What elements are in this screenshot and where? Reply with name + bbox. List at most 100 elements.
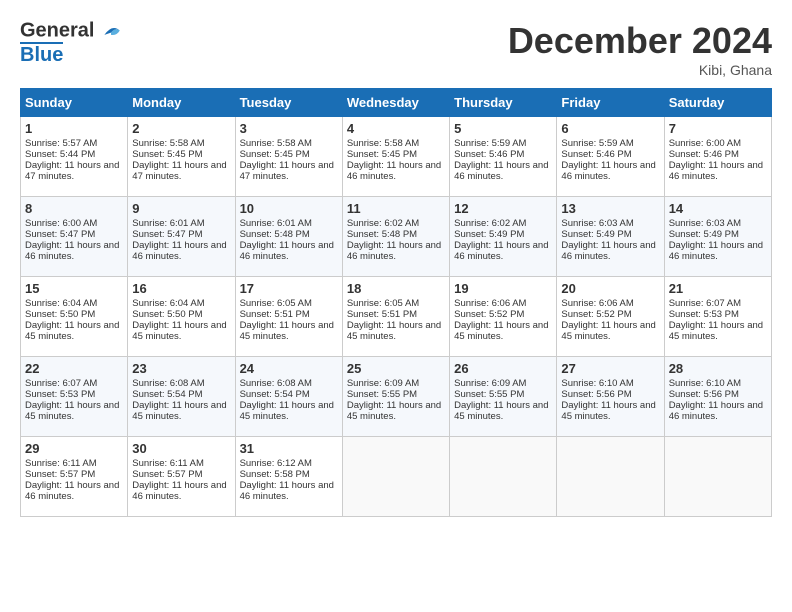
calendar-cell: 31 Sunrise: 6:12 AM Sunset: 5:58 PM Dayl…	[235, 437, 342, 517]
calendar-cell: 7 Sunrise: 6:00 AM Sunset: 5:46 PM Dayli…	[664, 117, 771, 197]
sunset-label: Sunset: 5:46 PM	[669, 149, 739, 160]
sunset-label: Sunset: 5:58 PM	[240, 469, 310, 480]
calendar-cell: 24 Sunrise: 6:08 AM Sunset: 5:54 PM Dayl…	[235, 357, 342, 437]
calendar-cell: 22 Sunrise: 6:07 AM Sunset: 5:53 PM Dayl…	[21, 357, 128, 437]
sunrise-label: Sunrise: 6:09 AM	[454, 378, 526, 389]
sunrise-label: Sunrise: 5:59 AM	[454, 138, 526, 149]
page-header: General Blue December 2024 Kibi, Ghana	[20, 20, 772, 78]
daylight-label: Daylight: 11 hours and 46 minutes.	[132, 240, 226, 262]
day-number: 3	[240, 121, 338, 136]
calendar-cell: 6 Sunrise: 5:59 AM Sunset: 5:46 PM Dayli…	[557, 117, 664, 197]
sunrise-label: Sunrise: 6:06 AM	[561, 298, 633, 309]
calendar-cell: 11 Sunrise: 6:02 AM Sunset: 5:48 PM Dayl…	[342, 197, 449, 277]
sunrise-label: Sunrise: 6:10 AM	[669, 378, 741, 389]
calendar-header-row: SundayMondayTuesdayWednesdayThursdayFrid…	[21, 89, 772, 117]
calendar-cell: 8 Sunrise: 6:00 AM Sunset: 5:47 PM Dayli…	[21, 197, 128, 277]
sunrise-label: Sunrise: 5:57 AM	[25, 138, 97, 149]
calendar-cell	[557, 437, 664, 517]
daylight-label: Daylight: 11 hours and 45 minutes.	[347, 400, 441, 422]
calendar-week-2: 8 Sunrise: 6:00 AM Sunset: 5:47 PM Dayli…	[21, 197, 772, 277]
day-number: 1	[25, 121, 123, 136]
daylight-label: Daylight: 11 hours and 47 minutes.	[25, 160, 119, 182]
calendar-cell: 20 Sunrise: 6:06 AM Sunset: 5:52 PM Dayl…	[557, 277, 664, 357]
day-number: 5	[454, 121, 552, 136]
sunset-label: Sunset: 5:46 PM	[454, 149, 524, 160]
sunrise-label: Sunrise: 6:01 AM	[240, 218, 312, 229]
day-number: 28	[669, 361, 767, 376]
sunset-label: Sunset: 5:48 PM	[240, 229, 310, 240]
sunset-label: Sunset: 5:45 PM	[240, 149, 310, 160]
sunset-label: Sunset: 5:53 PM	[669, 309, 739, 320]
calendar-table: SundayMondayTuesdayWednesdayThursdayFrid…	[20, 88, 772, 517]
title-block: December 2024 Kibi, Ghana	[508, 20, 772, 78]
day-number: 25	[347, 361, 445, 376]
sunrise-label: Sunrise: 6:02 AM	[347, 218, 419, 229]
day-number: 12	[454, 201, 552, 216]
calendar-cell: 2 Sunrise: 5:58 AM Sunset: 5:45 PM Dayli…	[128, 117, 235, 197]
calendar-week-1: 1 Sunrise: 5:57 AM Sunset: 5:44 PM Dayli…	[21, 117, 772, 197]
calendar-cell: 26 Sunrise: 6:09 AM Sunset: 5:55 PM Dayl…	[450, 357, 557, 437]
sunset-label: Sunset: 5:50 PM	[132, 309, 202, 320]
sunrise-label: Sunrise: 6:04 AM	[132, 298, 204, 309]
daylight-label: Daylight: 11 hours and 47 minutes.	[132, 160, 226, 182]
sunrise-label: Sunrise: 6:07 AM	[25, 378, 97, 389]
daylight-label: Daylight: 11 hours and 46 minutes.	[347, 240, 441, 262]
header-friday: Friday	[557, 89, 664, 117]
sunset-label: Sunset: 5:45 PM	[347, 149, 417, 160]
day-number: 6	[561, 121, 659, 136]
calendar-cell: 12 Sunrise: 6:02 AM Sunset: 5:49 PM Dayl…	[450, 197, 557, 277]
daylight-label: Daylight: 11 hours and 46 minutes.	[669, 160, 763, 182]
daylight-label: Daylight: 11 hours and 45 minutes.	[561, 400, 655, 422]
sunrise-label: Sunrise: 5:58 AM	[132, 138, 204, 149]
header-saturday: Saturday	[664, 89, 771, 117]
day-number: 15	[25, 281, 123, 296]
day-number: 13	[561, 201, 659, 216]
daylight-label: Daylight: 11 hours and 45 minutes.	[25, 320, 119, 342]
calendar-cell: 5 Sunrise: 5:59 AM Sunset: 5:46 PM Dayli…	[450, 117, 557, 197]
calendar-cell: 4 Sunrise: 5:58 AM Sunset: 5:45 PM Dayli…	[342, 117, 449, 197]
sunrise-label: Sunrise: 6:05 AM	[240, 298, 312, 309]
day-number: 26	[454, 361, 552, 376]
sunset-label: Sunset: 5:48 PM	[347, 229, 417, 240]
sunrise-label: Sunrise: 6:06 AM	[454, 298, 526, 309]
calendar-cell: 28 Sunrise: 6:10 AM Sunset: 5:56 PM Dayl…	[664, 357, 771, 437]
sunset-label: Sunset: 5:45 PM	[132, 149, 202, 160]
calendar-cell: 21 Sunrise: 6:07 AM Sunset: 5:53 PM Dayl…	[664, 277, 771, 357]
day-number: 24	[240, 361, 338, 376]
calendar-cell: 19 Sunrise: 6:06 AM Sunset: 5:52 PM Dayl…	[450, 277, 557, 357]
calendar-cell: 9 Sunrise: 6:01 AM Sunset: 5:47 PM Dayli…	[128, 197, 235, 277]
day-number: 10	[240, 201, 338, 216]
sunset-label: Sunset: 5:49 PM	[561, 229, 631, 240]
day-number: 21	[669, 281, 767, 296]
day-number: 16	[132, 281, 230, 296]
sunrise-label: Sunrise: 6:12 AM	[240, 458, 312, 469]
calendar-cell: 30 Sunrise: 6:11 AM Sunset: 5:57 PM Dayl…	[128, 437, 235, 517]
calendar-cell: 15 Sunrise: 6:04 AM Sunset: 5:50 PM Dayl…	[21, 277, 128, 357]
calendar-cell: 16 Sunrise: 6:04 AM Sunset: 5:50 PM Dayl…	[128, 277, 235, 357]
daylight-label: Daylight: 11 hours and 46 minutes.	[454, 240, 548, 262]
sunset-label: Sunset: 5:54 PM	[132, 389, 202, 400]
sunrise-label: Sunrise: 6:03 AM	[669, 218, 741, 229]
calendar-cell: 23 Sunrise: 6:08 AM Sunset: 5:54 PM Dayl…	[128, 357, 235, 437]
sunset-label: Sunset: 5:51 PM	[347, 309, 417, 320]
daylight-label: Daylight: 11 hours and 46 minutes.	[347, 160, 441, 182]
day-number: 19	[454, 281, 552, 296]
sunrise-label: Sunrise: 5:58 AM	[347, 138, 419, 149]
day-number: 8	[25, 201, 123, 216]
daylight-label: Daylight: 11 hours and 45 minutes.	[25, 400, 119, 422]
daylight-label: Daylight: 11 hours and 45 minutes.	[132, 400, 226, 422]
daylight-label: Daylight: 11 hours and 45 minutes.	[240, 320, 334, 342]
daylight-label: Daylight: 11 hours and 45 minutes.	[454, 320, 548, 342]
sunset-label: Sunset: 5:57 PM	[25, 469, 95, 480]
sunrise-label: Sunrise: 6:00 AM	[669, 138, 741, 149]
sunrise-label: Sunrise: 6:00 AM	[25, 218, 97, 229]
daylight-label: Daylight: 11 hours and 45 minutes.	[132, 320, 226, 342]
calendar-cell: 27 Sunrise: 6:10 AM Sunset: 5:56 PM Dayl…	[557, 357, 664, 437]
calendar-cell: 17 Sunrise: 6:05 AM Sunset: 5:51 PM Dayl…	[235, 277, 342, 357]
logo-icon	[100, 20, 122, 42]
day-number: 7	[669, 121, 767, 136]
daylight-label: Daylight: 11 hours and 46 minutes.	[561, 160, 655, 182]
daylight-label: Daylight: 11 hours and 46 minutes.	[454, 160, 548, 182]
header-sunday: Sunday	[21, 89, 128, 117]
day-number: 18	[347, 281, 445, 296]
